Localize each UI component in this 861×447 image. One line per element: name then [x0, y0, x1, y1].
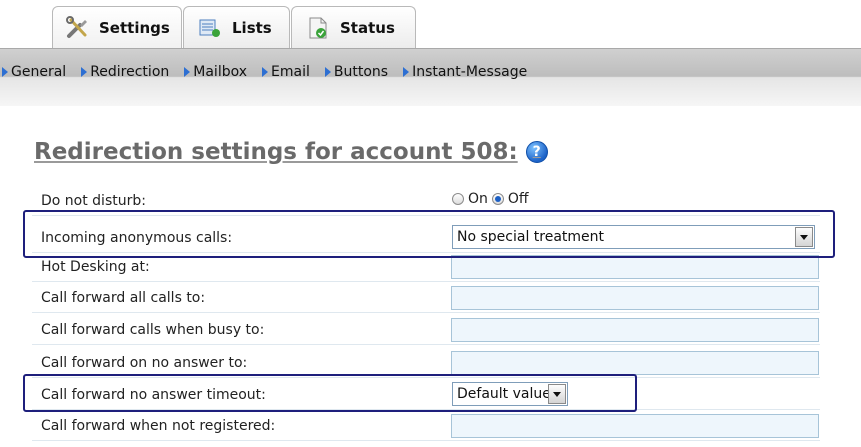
- list-icon: [196, 15, 224, 41]
- tools-icon: [65, 15, 91, 41]
- arrow-right-icon: [184, 67, 191, 77]
- form-row-forward-busy: Call forward calls when busy to:: [32, 316, 820, 345]
- forward-no-answer-label: Call forward on no answer to:: [41, 355, 248, 371]
- help-icon[interactable]: ?: [525, 141, 548, 163]
- form-row-forward-all: Call forward all calls to:: [32, 284, 820, 313]
- page-title-text: Redirection settings for account 508:: [34, 139, 518, 165]
- forward-busy-input[interactable]: [451, 318, 819, 342]
- arrow-right-icon: [403, 67, 410, 77]
- subnav-label: Mailbox: [193, 64, 248, 80]
- form-row-forward-not-registered: Call forward when not registered:: [32, 412, 820, 441]
- form-row-hot-desking: Hot Desking at:: [32, 253, 820, 282]
- form-row-no-answer-timeout: Call forward no answer timeout: Default …: [32, 381, 820, 410]
- forward-busy-label: Call forward calls when busy to:: [41, 322, 265, 338]
- page-title: Redirection settings for account 508: ?: [34, 139, 548, 165]
- arrow-right-icon: [324, 67, 331, 77]
- radio-on[interactable]: [452, 193, 464, 205]
- do-not-disturb-radio-group: On Off: [452, 191, 529, 207]
- tab-settings[interactable]: Settings: [52, 6, 182, 48]
- no-answer-timeout-value: Default value: [457, 386, 551, 402]
- no-answer-timeout-label: Call forward no answer timeout:: [41, 387, 266, 403]
- tab-label: Lists: [232, 18, 272, 37]
- subnav-redirection[interactable]: Redirection: [81, 64, 169, 80]
- tab-lists[interactable]: Lists: [183, 6, 290, 48]
- anonymous-calls-value: No special treatment: [457, 229, 605, 245]
- forward-all-label: Call forward all calls to:: [41, 290, 206, 306]
- arrow-right-icon: [262, 67, 269, 77]
- subnav-buttons[interactable]: Buttons: [324, 64, 389, 80]
- subnav-label: Redirection: [90, 64, 170, 80]
- forward-no-answer-input[interactable]: [451, 351, 819, 375]
- forward-all-input[interactable]: [451, 286, 819, 310]
- arrow-right-icon: [2, 67, 8, 77]
- radio-off[interactable]: [491, 193, 504, 205]
- subnav-label: Buttons: [333, 64, 389, 80]
- tab-status[interactable]: Status: [291, 6, 416, 48]
- subnav-label: General: [11, 64, 67, 80]
- subnav-label: Instant-Message: [412, 64, 528, 80]
- do-not-disturb-label: Do not disturb:: [41, 193, 146, 209]
- sub-navigation: General Redirection Mailbox Email Button…: [0, 48, 861, 106]
- tab-bar: Settings Lists Status: [0, 0, 861, 48]
- chevron-down-icon[interactable]: [795, 227, 813, 247]
- forward-not-registered-label: Call forward when not registered:: [41, 418, 276, 434]
- arrow-right-icon: [81, 67, 88, 77]
- form-row-do-not-disturb: Do not disturb: On Off: [32, 187, 820, 216]
- subnav-label: Email: [271, 64, 310, 80]
- anonymous-calls-select[interactable]: No special treatment: [452, 225, 815, 249]
- status-icon: [304, 15, 332, 41]
- hot-desking-label: Hot Desking at:: [41, 259, 150, 275]
- chevron-down-icon[interactable]: [548, 384, 566, 404]
- subnav-general[interactable]: General: [2, 64, 66, 80]
- subnav-instant-message[interactable]: Instant-Message: [403, 64, 527, 80]
- no-answer-timeout-select[interactable]: Default value: [452, 382, 568, 406]
- tab-label: Settings: [99, 18, 170, 37]
- radio-on-label: On: [468, 191, 488, 207]
- subnav-email[interactable]: Email: [262, 64, 310, 80]
- form-row-forward-no-answer: Call forward on no answer to:: [32, 349, 820, 378]
- hot-desking-input[interactable]: [451, 255, 819, 279]
- tab-label: Status: [340, 18, 395, 37]
- forward-not-registered-input[interactable]: [451, 414, 819, 438]
- form-row-anonymous-calls: Incoming anonymous calls: No special tre…: [32, 224, 820, 253]
- anonymous-calls-label: Incoming anonymous calls:: [41, 230, 233, 246]
- subnav-mailbox[interactable]: Mailbox: [184, 64, 247, 80]
- radio-off-label: Off: [507, 191, 529, 207]
